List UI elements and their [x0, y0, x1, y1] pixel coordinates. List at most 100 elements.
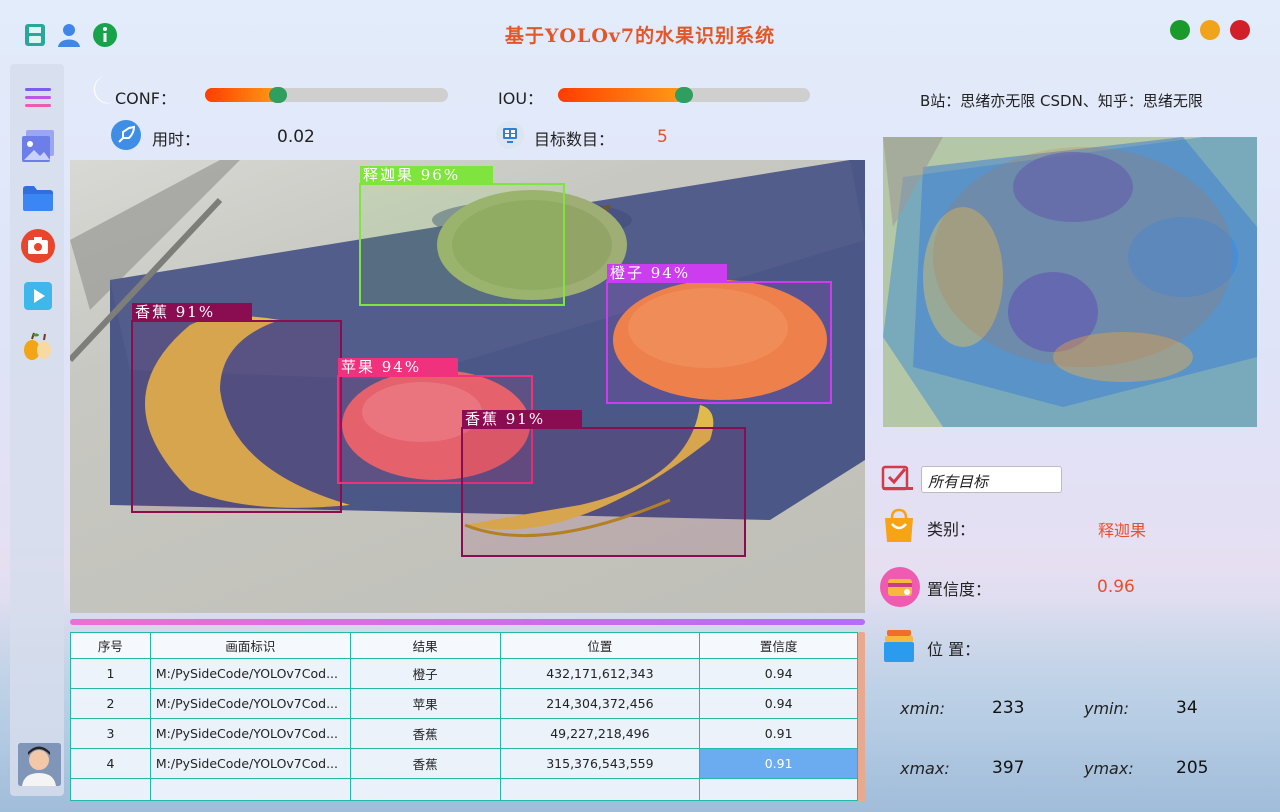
row-index-cell[interactable]: 1 — [70, 658, 151, 689]
xmax-label: xmax: — [900, 759, 950, 778]
empty-cell[interactable] — [499, 778, 701, 801]
iou-slider[interactable] — [558, 87, 810, 103]
camera-icon[interactable] — [20, 228, 56, 264]
avatar[interactable] — [18, 743, 61, 786]
row-confidence-cell[interactable]: 0.91 — [699, 718, 858, 749]
row-result-cell[interactable]: 香蕉 — [349, 718, 501, 749]
column-header-result[interactable]: 结果 — [349, 632, 501, 659]
table-row[interactable]: 4 M:/PySideCode/YOLOv7Cod... 香蕉 315,376,543… — [70, 748, 858, 779]
row-source-cell[interactable]: M:/PySideCode/YOLOv7Cod... — [149, 658, 351, 689]
iou-slider-fill — [558, 88, 684, 102]
detection-label: 苹果 94% — [341, 358, 421, 376]
menu-icon[interactable] — [20, 80, 56, 116]
row-confidence-cell[interactable]: 0.91 — [699, 748, 858, 779]
close-button[interactable] — [1230, 20, 1250, 40]
folder-icon[interactable] — [20, 180, 56, 216]
detection-box: 香蕉 91% — [131, 303, 342, 513]
column-header-position[interactable]: 位置 — [499, 632, 701, 659]
xmax-value: 397 — [992, 758, 1025, 778]
time-value: 0.02 — [277, 127, 315, 147]
row-position-cell[interactable]: 432,171,612,343 — [499, 658, 701, 689]
ymin-value: 34 — [1176, 698, 1198, 718]
iou-label: IOU： — [498, 89, 544, 108]
row-index-cell[interactable]: 2 — [70, 688, 151, 719]
row-index-cell[interactable]: 3 — [70, 718, 151, 749]
row-source-cell[interactable]: M:/PySideCode/YOLOv7Cod... — [149, 718, 351, 749]
empty-cell[interactable] — [349, 778, 501, 801]
count-label: 目标数目： — [534, 130, 615, 149]
results-table[interactable]: 序号 画面标识 结果 位置 置信度 1 M:/PySideCode/YOLOv7C… — [70, 632, 858, 801]
confidence-icon — [879, 566, 921, 608]
heatmap-image — [883, 137, 1257, 427]
row-source-cell[interactable]: M:/PySideCode/YOLOv7Cod... — [149, 748, 351, 779]
detection-label: 释迦果 96% — [363, 166, 460, 184]
credits-text: B站：思绪亦无限 CSDN、知乎：思绪无限 — [920, 92, 1203, 110]
user-icon[interactable] — [56, 22, 82, 48]
table-row[interactable]: 2 M:/PySideCode/YOLOv7Cod... 苹果 214,304,372… — [70, 688, 858, 719]
rocket-icon — [110, 119, 142, 151]
row-result-cell[interactable]: 香蕉 — [349, 748, 501, 779]
row-position-cell[interactable]: 315,376,543,559 — [499, 748, 701, 779]
target-select[interactable]: 所有目标 — [921, 466, 1062, 493]
column-header-confidence[interactable]: 置信度 — [699, 632, 858, 659]
detection-box: 释迦果 96% — [359, 166, 565, 306]
count-value: 5 — [657, 127, 668, 147]
row-index-cell[interactable]: 4 — [70, 748, 151, 779]
minimize-button[interactable] — [1170, 20, 1190, 40]
xmin-label: xmin: — [900, 699, 946, 718]
detection-label: 香蕉 91% — [465, 410, 545, 428]
detection-image: 释迦果 96% 橙子 94% 香蕉 91% 苹果 94% 香蕉 91% — [70, 160, 865, 613]
iou-slider-handle[interactable] — [675, 87, 693, 103]
row-confidence-cell[interactable]: 0.94 — [699, 658, 858, 689]
empty-cell[interactable] — [149, 778, 351, 801]
table-row-empty[interactable] — [70, 778, 858, 801]
xmin-value: 233 — [992, 698, 1025, 718]
detection-label: 香蕉 91% — [135, 303, 215, 321]
detection-box-outline — [359, 183, 565, 306]
moon-icon — [90, 74, 116, 106]
column-header-source[interactable]: 画面标识 — [149, 632, 351, 659]
maximize-button[interactable] — [1200, 20, 1220, 40]
row-source-cell[interactable]: M:/PySideCode/YOLOv7Cod... — [149, 688, 351, 719]
empty-cell[interactable] — [70, 778, 151, 801]
app-title: 基于YOLOv7的水果识别系统 — [504, 25, 776, 47]
table-scrollbar[interactable] — [858, 632, 865, 802]
position-label: 位 置： — [927, 640, 981, 659]
column-header-index[interactable]: 序号 — [70, 632, 151, 659]
row-confidence-cell[interactable]: 0.94 — [699, 688, 858, 719]
save-icon[interactable] — [22, 22, 48, 48]
detection-box: 橙子 94% — [606, 264, 832, 404]
ymax-label: ymax: — [1084, 759, 1134, 778]
position-icon — [881, 628, 917, 664]
fruit-icon[interactable] — [20, 328, 56, 364]
target-count-icon — [495, 120, 525, 150]
class-label: 类别： — [927, 520, 976, 539]
ymin-label: ymin: — [1084, 699, 1130, 718]
table-row[interactable]: 3 M:/PySideCode/YOLOv7Cod... 香蕉 49,227,218,… — [70, 718, 858, 749]
row-result-cell[interactable]: 苹果 — [349, 688, 501, 719]
checklist-icon — [881, 463, 915, 493]
detection-label: 橙子 94% — [610, 264, 690, 282]
conf-slider-handle[interactable] — [269, 87, 287, 103]
conf-slider[interactable] — [205, 87, 448, 103]
shopping-bag-icon — [881, 508, 917, 544]
ymax-value: 205 — [1176, 758, 1209, 778]
empty-cell[interactable] — [699, 778, 858, 801]
detection-box-outline — [606, 281, 832, 404]
image-icon[interactable] — [20, 128, 56, 164]
row-result-cell[interactable]: 橙子 — [349, 658, 501, 689]
row-position-cell[interactable]: 49,227,218,496 — [499, 718, 701, 749]
time-label: 用时： — [152, 130, 201, 149]
conf-label: CONF： — [115, 89, 176, 108]
confidence-value: 0.96 — [1097, 577, 1135, 597]
detection-box: 香蕉 91% — [461, 410, 746, 557]
row-position-cell[interactable]: 214,304,372,456 — [499, 688, 701, 719]
conf-slider-fill — [205, 88, 278, 102]
detection-box-outline — [131, 320, 342, 513]
sidebar — [10, 64, 64, 796]
table-row[interactable]: 1 M:/PySideCode/YOLOv7Cod... 橙子 432,171,612… — [70, 658, 858, 689]
confidence-label: 置信度： — [927, 580, 992, 599]
class-value: 释迦果 — [1098, 521, 1147, 540]
video-icon[interactable] — [20, 278, 56, 314]
info-icon[interactable] — [92, 22, 118, 48]
